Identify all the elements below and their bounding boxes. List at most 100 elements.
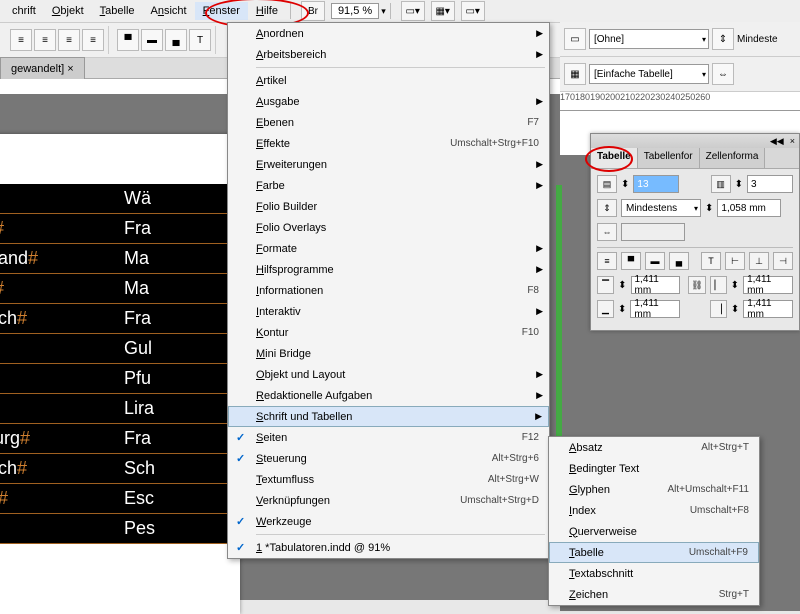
menu-item[interactable]: Folio Builder	[228, 196, 549, 217]
valign-bot-icon[interactable]: ▄	[165, 29, 187, 51]
menu-item[interactable]: Erweiterungen▶	[228, 154, 549, 175]
menu-tabelle[interactable]: Tabelle	[92, 2, 143, 20]
bridge-icon[interactable]: Br	[301, 1, 325, 21]
menu-ansicht[interactable]: Ansicht	[143, 2, 195, 20]
screen-mode-icon[interactable]: ▭▾	[401, 1, 425, 21]
row-height-icon[interactable]: ⇕	[712, 28, 734, 50]
valign-top-icon[interactable]: ▀	[117, 29, 139, 51]
menu-objekt[interactable]: Objekt	[44, 2, 92, 20]
view-options-icon[interactable]: ▭▾	[461, 1, 485, 21]
tab-tabelle[interactable]: Tabelle	[591, 148, 638, 168]
menu-item[interactable]: InformationenF8	[228, 280, 549, 301]
menu-item[interactable]: ✓Werkzeuge	[228, 511, 549, 532]
table-row[interactable]: #Gul	[0, 334, 230, 364]
menu-item[interactable]: TextumflussAlt+Strg+W	[228, 469, 549, 490]
menu-item[interactable]: ✓1 *Tabulatoren.indd @ 91%	[228, 537, 549, 558]
submenu-item[interactable]: Querverweise	[549, 521, 759, 542]
submenu-item[interactable]: AbsatzAlt+Strg+T	[549, 437, 759, 458]
valign-c-icon[interactable]: ▄	[669, 252, 689, 270]
menu-item[interactable]: Folio Overlays	[228, 217, 549, 238]
tab-zellenformate[interactable]: Zellenforma	[700, 148, 766, 168]
menu-fenster[interactable]: Fenster	[195, 2, 248, 20]
zoom-field[interactable]: 91,5 %	[331, 3, 379, 19]
menu-item[interactable]: EffekteUmschalt+Strg+F10	[228, 133, 549, 154]
inset-left-icon: ▏	[710, 276, 727, 294]
valign-a-icon[interactable]: ▀	[621, 252, 641, 270]
menu-item[interactable]: VerknüpfungenUmschalt+Strg+D	[228, 490, 549, 511]
panel-header[interactable]: ◀◀×	[591, 134, 799, 148]
table-row[interactable]: #Pfu	[0, 364, 230, 394]
text-rot2-icon[interactable]: ⊢	[725, 252, 745, 270]
submenu-item[interactable]: Textabschnitt	[549, 563, 759, 584]
menu-item[interactable]: Schrift und Tabellen▶	[228, 406, 549, 427]
height-value-input[interactable]: 1,058 mm	[717, 199, 781, 217]
table-row[interactable]: #Pes	[0, 514, 230, 544]
table-style-dropdown[interactable]: [Einfache Tabelle]	[589, 64, 709, 84]
table-row[interactable]: eich#Sch	[0, 454, 230, 484]
table-row[interactable]: al#Esc	[0, 484, 230, 514]
right-toolbar: ▭ [Ohne] ⇕ Mindeste	[560, 22, 800, 57]
inset-top-input[interactable]: 1,411 mm	[631, 276, 681, 294]
submenu-item[interactable]: ZeichenStrg+T	[549, 584, 759, 605]
table-row[interactable]: Wä	[0, 184, 230, 214]
menu-item[interactable]: ✓SeitenF12	[228, 427, 549, 448]
menu-hilfe[interactable]: Hilfe	[248, 2, 286, 20]
inset-bot-input[interactable]: 1,411 mm	[630, 300, 680, 318]
text-rot-icon[interactable]: T	[701, 252, 721, 270]
document-tab[interactable]: gewandelt] ×	[0, 57, 85, 79]
menu-item[interactable]: ✓SteuerungAlt+Strg+6	[228, 448, 549, 469]
tab-tabellenformate[interactable]: Tabellenfor	[638, 148, 700, 168]
menu-item[interactable]: Artikel	[228, 70, 549, 91]
menu-item[interactable]: Mini Bridge	[228, 343, 549, 364]
menu-item[interactable]: Farbe▶	[228, 175, 549, 196]
menu-item[interactable]: KonturF10	[228, 322, 549, 343]
text-rot3-icon[interactable]: ⊥	[749, 252, 769, 270]
arrange-icon[interactable]: ▦▾	[431, 1, 455, 21]
write-dir-icon[interactable]: ≡	[597, 252, 617, 270]
align-left-icon[interactable]: ≡	[10, 29, 32, 51]
menu-item[interactable]: Redaktionelle Aufgaben▶	[228, 385, 549, 406]
table-row[interactable]: #Lira	[0, 394, 230, 424]
menu-item[interactable]: Ausgabe▶	[228, 91, 549, 112]
submenu-item[interactable]: GlyphenAlt+Umschalt+F11	[549, 479, 759, 500]
inset-left-input[interactable]: 1,411 mm	[743, 276, 793, 294]
cols-input[interactable]: 3	[747, 175, 793, 193]
mindestens-label: Mindeste	[737, 34, 778, 45]
menu-item[interactable]: Hilfsprogramme▶	[228, 259, 549, 280]
submenu-item[interactable]: Bedingter Text	[549, 458, 759, 479]
menu-item[interactable]: Anordnen▶	[228, 23, 549, 44]
data-table[interactable]: Wän#Frahland#Mad#Maeich#Fra#Gul#Pfu#Lira…	[0, 184, 230, 544]
table-style-icon[interactable]: ▦	[564, 63, 586, 85]
menu-item[interactable]: EbenenF7	[228, 112, 549, 133]
submenu-item[interactable]: TabelleUmschalt+F9	[549, 542, 759, 563]
menu-item[interactable]: Interaktiv▶	[228, 301, 549, 322]
inset-right-input[interactable]: 1,411 mm	[743, 300, 793, 318]
table-row[interactable]: d#Ma	[0, 274, 230, 304]
align-center-icon[interactable]: ≡	[34, 29, 56, 51]
valign-b-icon[interactable]: ▬	[645, 252, 665, 270]
menu-item[interactable]: Objekt und Layout▶	[228, 364, 549, 385]
cell-style-dropdown[interactable]: [Ohne]	[589, 29, 709, 49]
table-row[interactable]: eich#Fra	[0, 304, 230, 334]
height-mode-select[interactable]: Mindestens	[621, 199, 701, 217]
menu-item[interactable]: Arbeitsbereich▶	[228, 44, 549, 65]
right-toolbar-2: ▦ [Einfache Tabelle] ⇔	[560, 57, 800, 92]
text-direction-icon[interactable]: T	[189, 29, 211, 51]
menu-schrift[interactable]: chrift	[4, 2, 44, 20]
table-row[interactable]: n#Fra	[0, 214, 230, 244]
submenu-item[interactable]: IndexUmschalt+F8	[549, 500, 759, 521]
table-row[interactable]: hland#Ma	[0, 244, 230, 274]
justify-icon[interactable]: ≡	[82, 29, 104, 51]
table-row[interactable]: burg#Fra	[0, 424, 230, 454]
cols-icon: ▥	[711, 175, 731, 193]
inset-right-icon: ▕	[710, 300, 727, 318]
col-width-icon[interactable]: ⇔	[712, 63, 734, 85]
link-icon[interactable]: ⛓	[688, 276, 705, 294]
width-value-input[interactable]	[621, 223, 685, 241]
valign-mid-icon[interactable]: ▬	[141, 29, 163, 51]
text-rot4-icon[interactable]: ⊣	[773, 252, 793, 270]
rows-input[interactable]: 13	[633, 175, 679, 193]
cell-style-icon[interactable]: ▭	[564, 28, 586, 50]
menu-item[interactable]: Formate▶	[228, 238, 549, 259]
align-right-icon[interactable]: ≡	[58, 29, 80, 51]
